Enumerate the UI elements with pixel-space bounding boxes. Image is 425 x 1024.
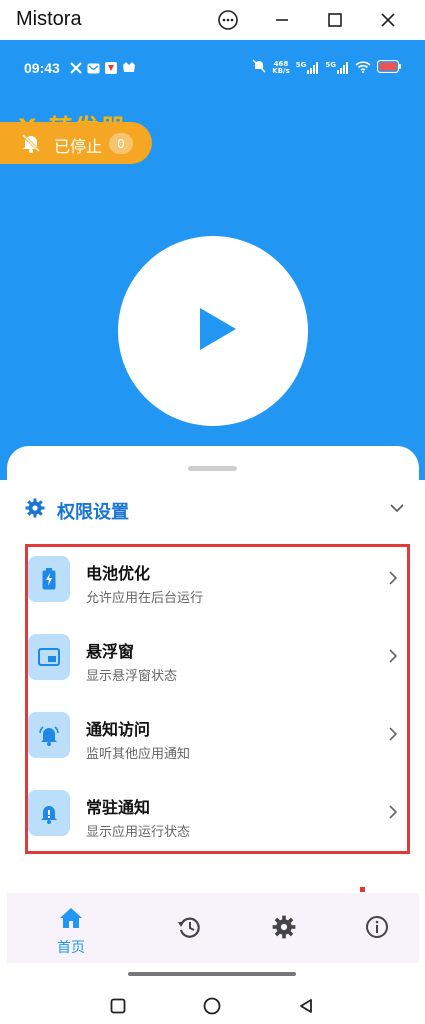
minimize-button[interactable] xyxy=(268,6,296,34)
battery-icon xyxy=(28,556,70,602)
bell-ring-icon xyxy=(28,712,70,758)
mail-icon xyxy=(87,59,100,78)
nav-history[interactable] xyxy=(149,893,229,963)
nav-home[interactable]: 首页 xyxy=(31,893,111,963)
info-icon xyxy=(365,915,389,943)
permission-title: 电池优化 xyxy=(86,564,151,583)
permissions-section-header[interactable]: 权限设置 xyxy=(25,494,405,524)
play-icon xyxy=(198,306,238,356)
window-titlebar: Mistora xyxy=(0,0,425,40)
start-service-button[interactable] xyxy=(118,236,308,426)
x-app-icon xyxy=(70,59,82,78)
chevron-right-icon xyxy=(388,648,398,668)
window-title: Mistora xyxy=(16,8,82,30)
bell-off-icon xyxy=(21,133,41,157)
nav-home-label: 首页 xyxy=(57,940,85,956)
sheet-drag-handle[interactable] xyxy=(188,466,237,471)
bell-alert-icon xyxy=(28,790,70,836)
permission-subtitle: 监听其他应用通知 xyxy=(86,747,191,762)
permission-item-battery[interactable]: 电池优化 允许应用在后台运行 xyxy=(28,546,408,618)
home-button[interactable] xyxy=(200,994,224,1018)
picture-in-picture-icon xyxy=(28,634,70,680)
permission-subtitle: 允许应用在后台运行 xyxy=(86,591,204,606)
chevron-right-icon xyxy=(388,570,398,590)
home-icon xyxy=(59,907,83,933)
wifi-icon xyxy=(355,58,371,77)
permission-item-overlay[interactable]: 悬浮窗 显示悬浮窗状态 xyxy=(28,624,408,696)
chevron-down-icon[interactable] xyxy=(389,499,405,518)
nav-about[interactable] xyxy=(337,893,417,963)
chevron-right-icon xyxy=(388,726,398,746)
battery-status-icon xyxy=(376,58,401,77)
status-time: 09:43 xyxy=(24,60,60,76)
marker-dot xyxy=(360,887,365,892)
forwarded-count-badge: 0 xyxy=(109,133,133,154)
mute-icon xyxy=(252,58,266,77)
permission-title: 悬浮窗 xyxy=(86,642,135,661)
maximize-button[interactable] xyxy=(321,6,349,34)
gesture-bar xyxy=(128,972,296,976)
permission-subtitle: 显示应用运行状态 xyxy=(86,825,191,840)
permission-title: 常驻通知 xyxy=(86,798,151,817)
permission-subtitle: 显示悬浮窗状态 xyxy=(86,669,178,684)
signal-sim2: 5G xyxy=(325,61,349,74)
permissions-section-title: 权限设置 xyxy=(57,502,129,523)
game-icon xyxy=(122,59,136,78)
app-notification-icon xyxy=(105,59,117,78)
permission-item-persistent-notification[interactable]: 常驻通知 显示应用运行状态 xyxy=(28,780,408,852)
permission-title: 通知访问 xyxy=(86,720,151,739)
recent-apps-button[interactable] xyxy=(106,994,130,1018)
more-options-icon[interactable] xyxy=(214,6,242,34)
close-button[interactable] xyxy=(374,6,402,34)
bottom-navigation: 首页 xyxy=(7,893,419,963)
back-button[interactable] xyxy=(294,994,318,1018)
settings-gear-icon xyxy=(272,915,296,943)
system-navigation-bar xyxy=(0,988,425,1024)
service-status-pill[interactable]: 已停止 0 xyxy=(0,122,152,164)
chevron-right-icon xyxy=(388,804,398,824)
gear-icon xyxy=(25,498,45,522)
permission-item-notification-access[interactable]: 通知访问 监听其他应用通知 xyxy=(28,702,408,774)
nav-settings[interactable] xyxy=(244,893,324,963)
app-window: Mistora 09:43 468 KB/s 5G 5G 已停止 0 权限设置 … xyxy=(0,0,425,1024)
status-bar: 09:43 468 KB/s 5G 5G xyxy=(0,40,425,96)
net-speed: 468 KB/s xyxy=(272,59,290,75)
history-icon xyxy=(177,915,201,943)
signal-sim1: 5G xyxy=(296,61,320,74)
service-status-label: 已停止 xyxy=(54,137,103,156)
